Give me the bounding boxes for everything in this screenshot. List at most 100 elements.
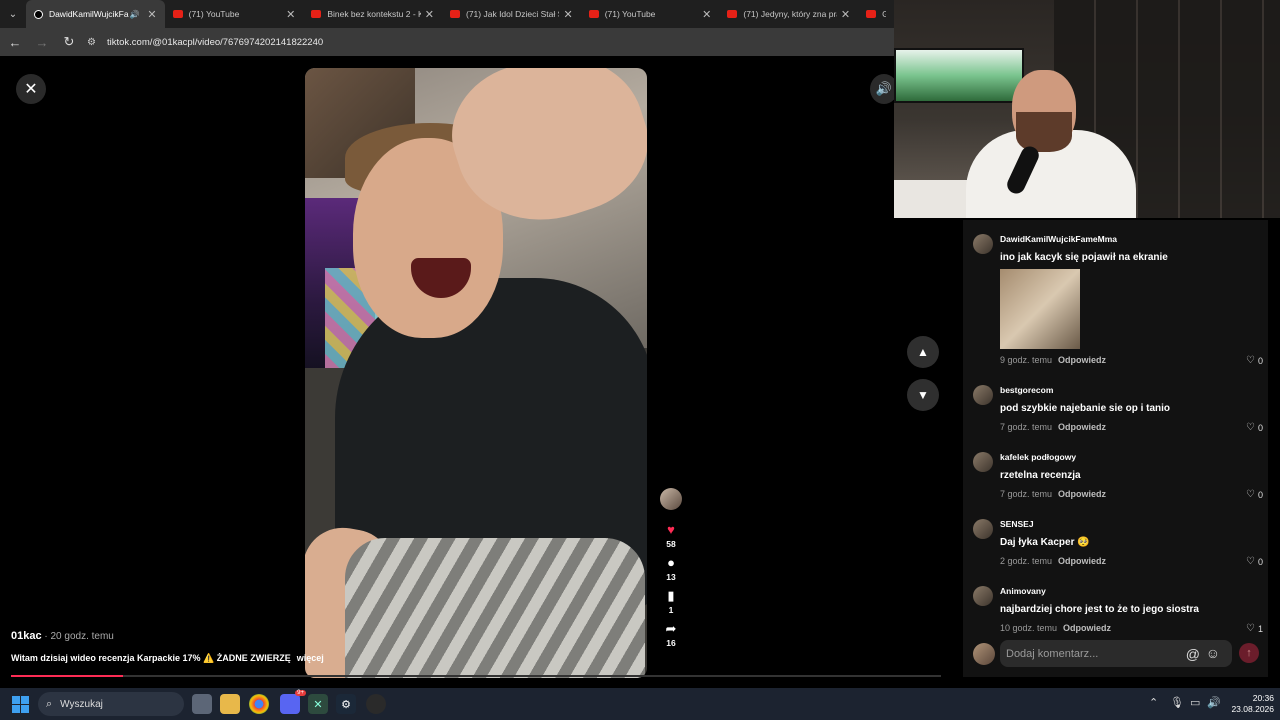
reply-button[interactable]: Odpowiedz [1058,556,1106,566]
comment-username[interactable]: kafelek podłogowy [1000,452,1076,462]
tab-title: Gotc [882,9,887,19]
heart-outline-icon: ♡ [1246,355,1255,366]
comment-button[interactable]: ● 13 [666,555,675,582]
heart-outline-icon: ♡ [1246,556,1255,567]
author-name[interactable]: 01kac [11,630,42,642]
video-description: Witam dzisiaj wideo recenzja Karpackie 1… [11,653,351,664]
comment-username[interactable]: bestgorecom [1000,385,1053,395]
tab-close-icon[interactable]: ✕ [147,8,156,21]
comment-time: 10 godz. temu [1000,623,1058,633]
comment-username[interactable]: SENSEJ [1000,519,1034,529]
tab-youtube-5[interactable]: (71) Jedyny, który zna pra ✕ [719,0,858,28]
tab-close-icon[interactable]: ✕ [841,8,850,21]
xbox-icon[interactable]: ✕ [308,694,328,714]
comment-input[interactable]: Dodaj komentarz... @ ☺ [1000,640,1232,667]
more-link[interactable]: więcej [297,653,324,663]
app-icon[interactable] [366,694,386,714]
close-icon[interactable]: ✕ [16,74,46,104]
url-text: tiktok.com/@01kacpl/video/76769742021418… [107,36,324,48]
description-text: Witam dzisiaj wideo recenzja Karpackie 1… [11,653,291,663]
comment-like-button[interactable]: ♡ 1 [1246,623,1263,634]
comment-image[interactable] [1000,269,1080,349]
speaker-icon[interactable]: 🔊 [1207,696,1221,709]
audio-playing-icon[interactable]: 🔊 [129,10,139,19]
file-explorer-icon[interactable] [220,694,240,714]
comment-text: najbardziej chore jest to że to jego sio… [1000,604,1199,615]
system-clock[interactable]: 20:36 23.08.2026 [1228,693,1274,715]
reply-button[interactable]: Odpowiedz [1058,489,1106,499]
microphone-icon[interactable]: 🎙 [1170,696,1184,709]
address-bar: ← → ↻ ⚙ tiktok.com/@01kacpl/video/767697… [0,28,894,56]
commenter-avatar[interactable] [973,452,993,472]
heart-icon: ♥ [667,522,675,537]
arrow-up-icon: ↑ [1246,647,1252,659]
tab-close-icon[interactable]: ✕ [425,8,434,21]
tab-youtube-4[interactable]: (71) YouTube ✕ [581,0,720,28]
tab-close-icon[interactable]: ✕ [702,8,711,21]
windows-start-icon[interactable] [12,696,29,713]
tab-tiktok[interactable]: DawidKamilWujcikFameMma 🔊 ✕ [25,0,165,28]
tab-youtube-1[interactable]: (71) YouTube ✕ [165,0,304,28]
save-count: 1 [668,605,674,615]
comment-time: 7 godz. temu [1000,422,1053,432]
chevron-down-icon: ▼ [917,388,929,402]
next-video-button[interactable]: ▼ [907,379,939,411]
chrome-icon[interactable] [249,694,269,714]
current-user-avatar [973,643,995,665]
forward-icon[interactable]: → [30,30,54,54]
comment-like-button[interactable]: ♡ 0 [1246,489,1263,500]
tab-search-chevron-icon[interactable]: ⌄ [0,0,26,28]
youtube-icon [588,10,599,18]
comment-text: pod szybkie najebanie sie op i tanio [1000,403,1171,414]
reply-button[interactable]: Odpowiedz [1058,355,1106,365]
video-progress-bar[interactable] [11,675,941,677]
tab-title: Binek bez kontekstu 2 - K [327,9,421,19]
taskbar-search[interactable]: ⌕ Wyszukaj [38,692,184,716]
tab-youtube-2[interactable]: Binek bez kontekstu 2 - K ✕ [303,0,442,28]
save-button[interactable]: ▮ 1 [667,588,674,615]
task-view-icon[interactable] [192,694,212,714]
taskbar-search-label: Wyszukaj [60,698,103,710]
comment-username[interactable]: Animovany [1000,586,1046,596]
creator-avatar[interactable] [660,488,682,510]
send-comment-button[interactable]: ↑ [1239,643,1259,663]
comment-username[interactable]: DawidKamilWujcikFameMma [1000,234,1117,244]
heart-outline-icon: ♡ [1246,422,1255,433]
steam-icon[interactable]: ⚙ [336,694,356,714]
reply-button[interactable]: Odpowiedz [1058,422,1106,432]
tab-close-icon[interactable]: ✕ [563,8,572,21]
reload-icon[interactable]: ↻ [57,30,81,54]
comment-footer: 9 godz. temu Odpowiedz [1000,355,1106,365]
previous-video-button[interactable]: ▲ [907,336,939,368]
commenter-avatar[interactable] [973,234,993,254]
tray-overflow-icon[interactable]: ⌃ [1149,696,1158,709]
tab-close-icon[interactable]: ✕ [286,8,295,21]
video-player[interactable] [305,68,647,678]
commenter-avatar[interactable] [973,586,993,606]
comment-like-button[interactable]: ♡ 0 [1246,355,1263,366]
reply-button[interactable]: Odpowiedz [1063,623,1111,633]
video-actions: ♥ 58 ● 13 ▮ 1 ➦ 16 [660,488,682,654]
comment-like-button[interactable]: ♡ 0 [1246,422,1263,433]
comment-like-button[interactable]: ♡ 0 [1246,556,1263,567]
tab-youtube-6[interactable]: Gotc [858,0,894,28]
url-field[interactable]: ⚙ tiktok.com/@01kacpl/video/767697420214… [87,31,323,53]
video-meta: 01kac · 20 godz. temu Witam dzisiaj wide… [11,630,324,663]
commenter-avatar[interactable] [973,385,993,405]
search-icon: ⌕ [46,697,53,710]
youtube-icon [727,10,738,18]
like-button[interactable]: ♥ 58 [666,522,675,549]
share-button[interactable]: ➦ 16 [666,621,677,648]
back-icon[interactable]: ← [3,30,27,54]
tab-youtube-3[interactable]: (71) Jak Idol Dzieci Stał Si ✕ [442,0,581,28]
comment-item: kafelek podłogowy rzetelna recenzja 7 go… [973,452,1263,507]
emoji-icon[interactable]: ☺ [1206,645,1220,661]
commenter-avatar[interactable] [973,519,993,539]
comment-text: rzetelna recenzja [1000,470,1081,481]
comment-like-count: 0 [1257,489,1263,500]
mention-icon[interactable]: @ [1186,646,1200,662]
discord-icon[interactable]: 9+ [280,690,306,714]
display-icon[interactable]: ▭ [1190,696,1200,709]
comment-like-count: 0 [1257,355,1263,366]
site-info-icon[interactable]: ⚙ [87,37,101,48]
